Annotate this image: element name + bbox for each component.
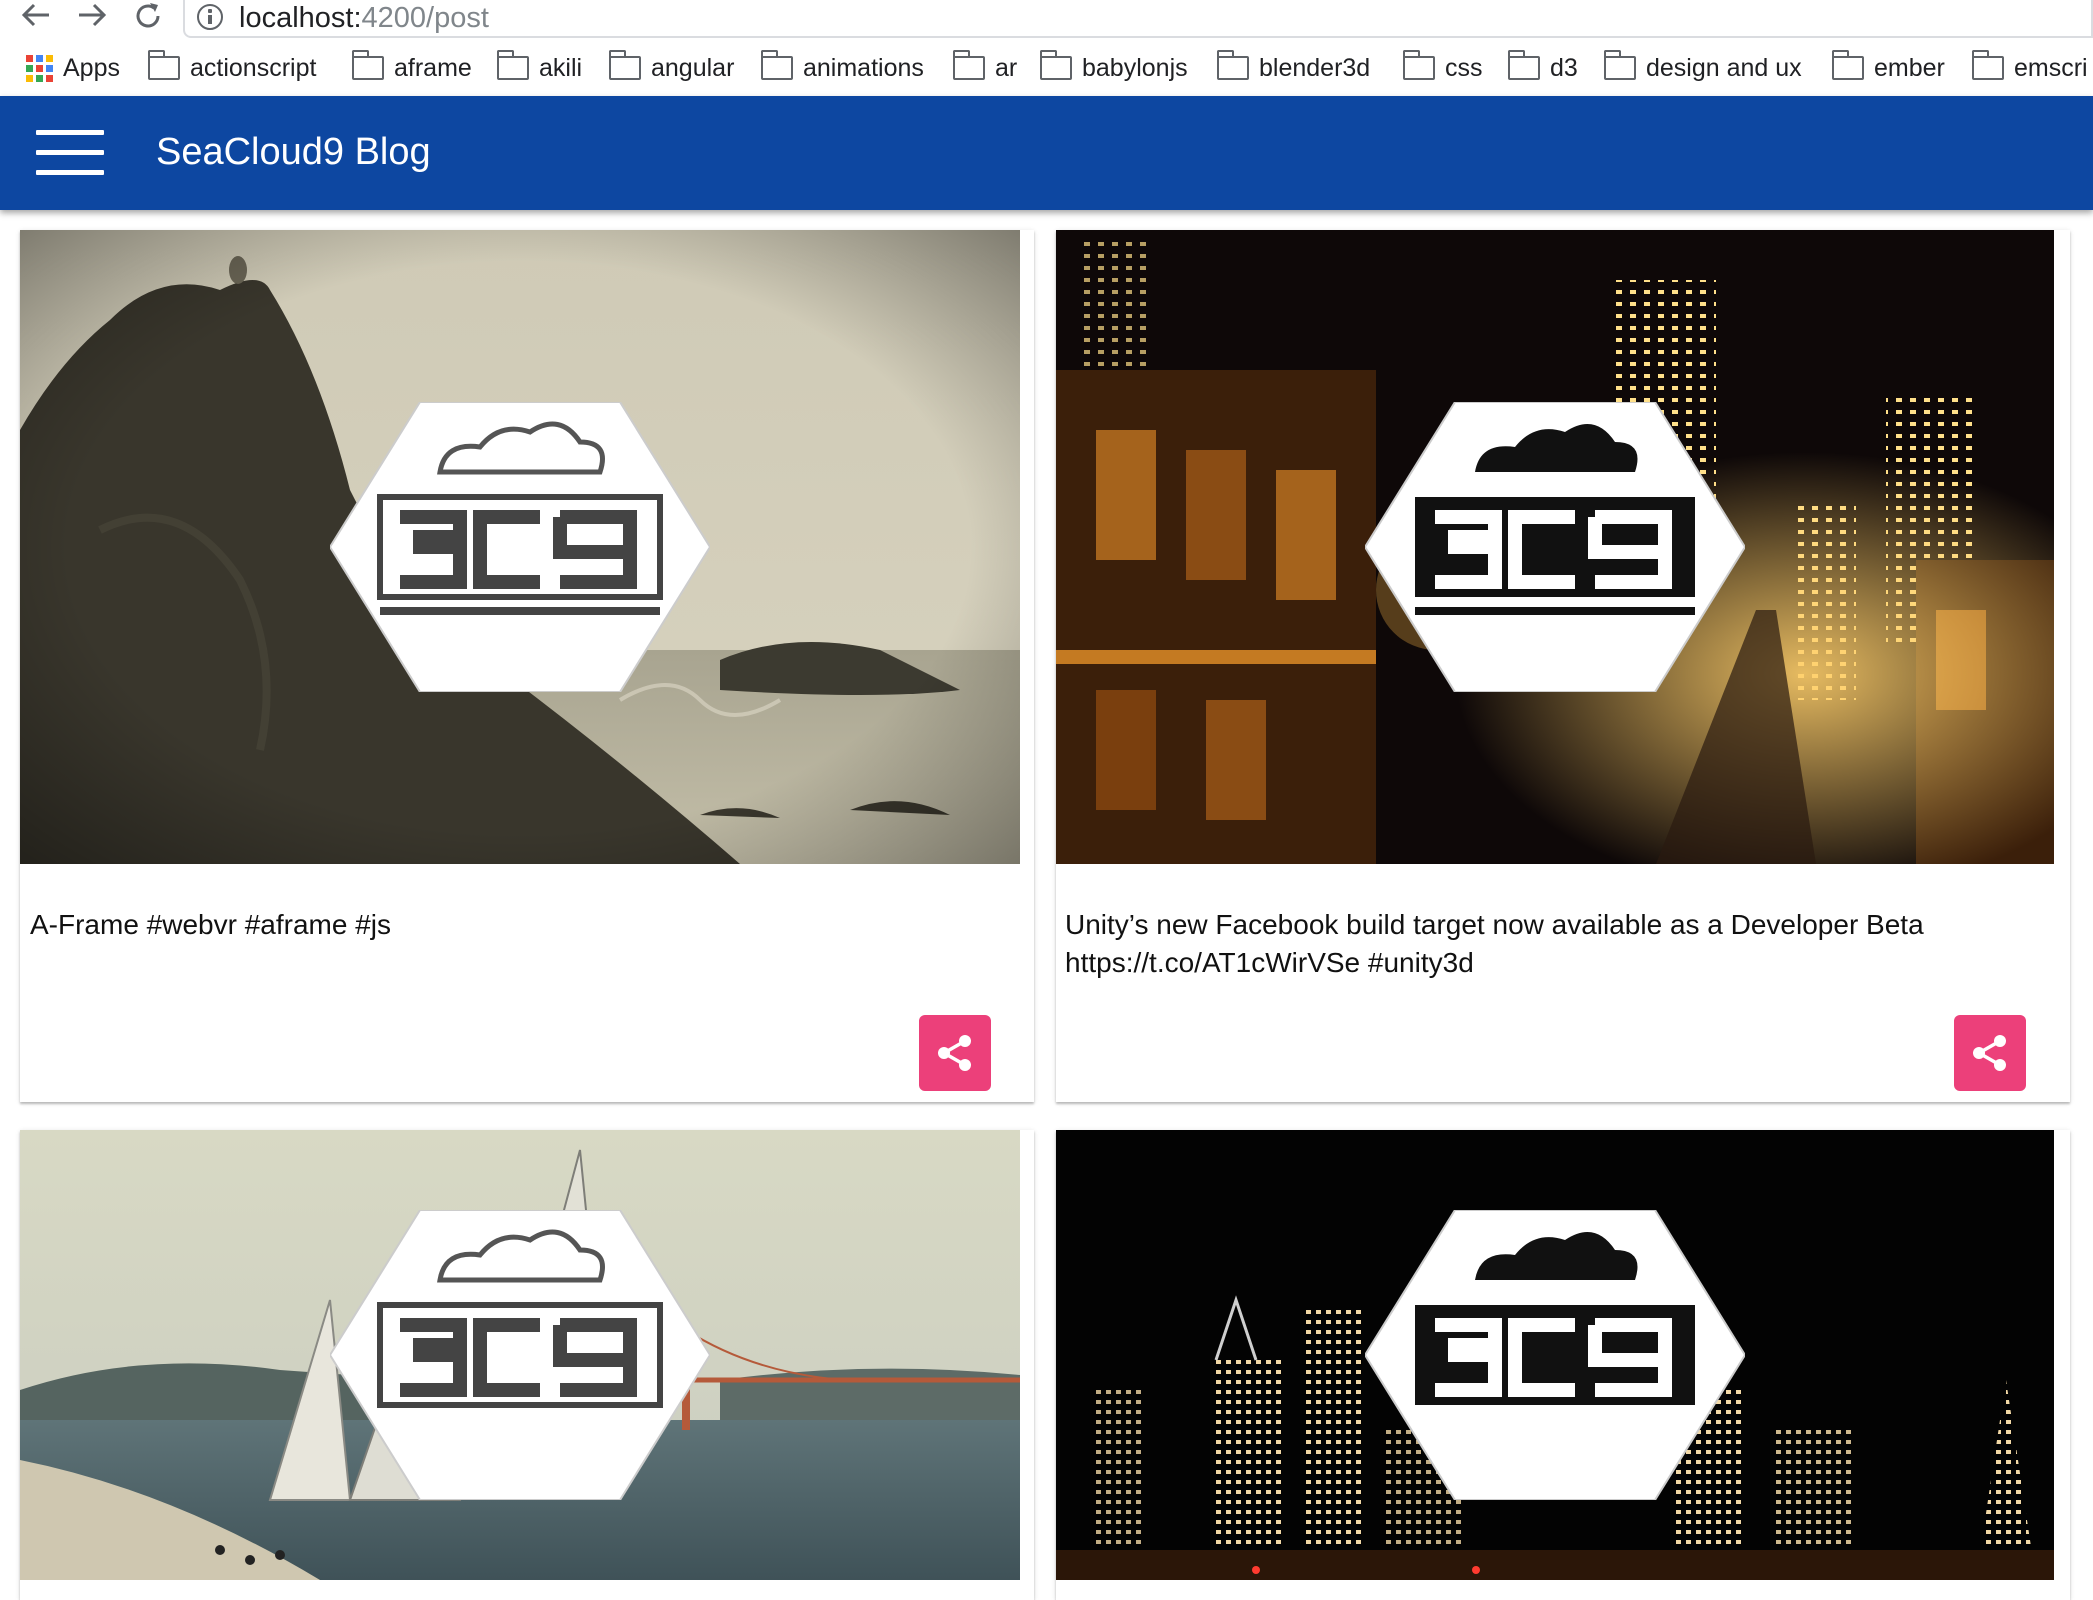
- share-button[interactable]: [919, 1015, 991, 1091]
- post-image[interactable]: [1056, 230, 2054, 864]
- forward-arrow-icon[interactable]: [72, 0, 112, 34]
- post-text: Unity’s new Facebook build target now av…: [1065, 909, 1924, 978]
- post-image[interactable]: [1056, 1130, 2054, 1580]
- url-text: localhost:4200/post: [239, 2, 489, 34]
- bookmark-akili[interactable]: akili: [496, 50, 582, 86]
- back-arrow-icon[interactable]: [16, 0, 56, 34]
- sc9-logo-icon: [1365, 1210, 1745, 1500]
- post-image[interactable]: [20, 1130, 1020, 1580]
- bookmarks-bar: Apps actionscript aframe akili angular a…: [0, 44, 2093, 94]
- app-title: SeaCloud9 Blog: [156, 131, 431, 173]
- apps-grid-icon: [26, 54, 53, 82]
- bookmark-ember[interactable]: ember: [1831, 50, 1945, 86]
- bookmark-d3[interactable]: d3: [1507, 50, 1578, 86]
- sc9-logo-icon: [330, 1210, 710, 1500]
- folder-icon: [608, 50, 641, 80]
- bookmark-ar[interactable]: ar: [952, 50, 1017, 86]
- folder-icon: [1971, 50, 2004, 80]
- bookmark-blender3d[interactable]: blender3d: [1216, 50, 1370, 86]
- share-icon: [1973, 1035, 2006, 1071]
- reload-icon[interactable]: [128, 0, 168, 34]
- folder-icon: [1507, 50, 1540, 80]
- folder-icon: [952, 50, 985, 80]
- bookmark-babylonjs[interactable]: babylonjs: [1039, 50, 1188, 86]
- folder-icon: [1402, 50, 1435, 80]
- app-toolbar: SeaCloud9 Blog: [0, 96, 2093, 210]
- folder-icon: [1039, 50, 1072, 80]
- folder-icon: [496, 50, 529, 80]
- share-icon: [938, 1035, 971, 1071]
- share-button[interactable]: [1954, 1015, 2026, 1091]
- post-card: [1056, 1130, 2070, 1600]
- folder-icon: [147, 50, 180, 80]
- bookmark-apps[interactable]: Apps: [26, 50, 120, 86]
- folder-icon: [760, 50, 793, 80]
- bookmark-animations[interactable]: animations: [760, 50, 924, 86]
- bookmark-actionscript[interactable]: actionscript: [147, 50, 316, 86]
- post-card: A-Frame #webvr #aframe #js: [20, 230, 1034, 1102]
- sc9-logo-icon: [330, 402, 710, 692]
- bookmark-angular[interactable]: angular: [608, 50, 734, 86]
- folder-icon: [1216, 50, 1249, 80]
- bookmark-emscripten[interactable]: emscri: [1971, 50, 2088, 86]
- browser-nav-row: localhost:4200/post: [0, 0, 2093, 40]
- post-text: A-Frame #webvr #aframe #js: [30, 909, 392, 940]
- post-card: Unity’s new Facebook build target now av…: [1056, 230, 2070, 1102]
- folder-icon: [1831, 50, 1864, 80]
- folder-icon: [351, 50, 384, 80]
- bookmark-css[interactable]: css: [1402, 50, 1483, 86]
- post-card: [20, 1130, 1034, 1600]
- address-bar[interactable]: localhost:4200/post: [183, 0, 2093, 38]
- sc9-logo-icon: [1365, 402, 1745, 692]
- bookmark-design-and-ux[interactable]: design and ux: [1603, 50, 1802, 86]
- info-icon[interactable]: [197, 4, 223, 30]
- folder-icon: [1603, 50, 1636, 80]
- menu-icon[interactable]: [36, 130, 104, 176]
- bookmark-aframe[interactable]: aframe: [351, 50, 472, 86]
- post-image[interactable]: [20, 230, 1020, 864]
